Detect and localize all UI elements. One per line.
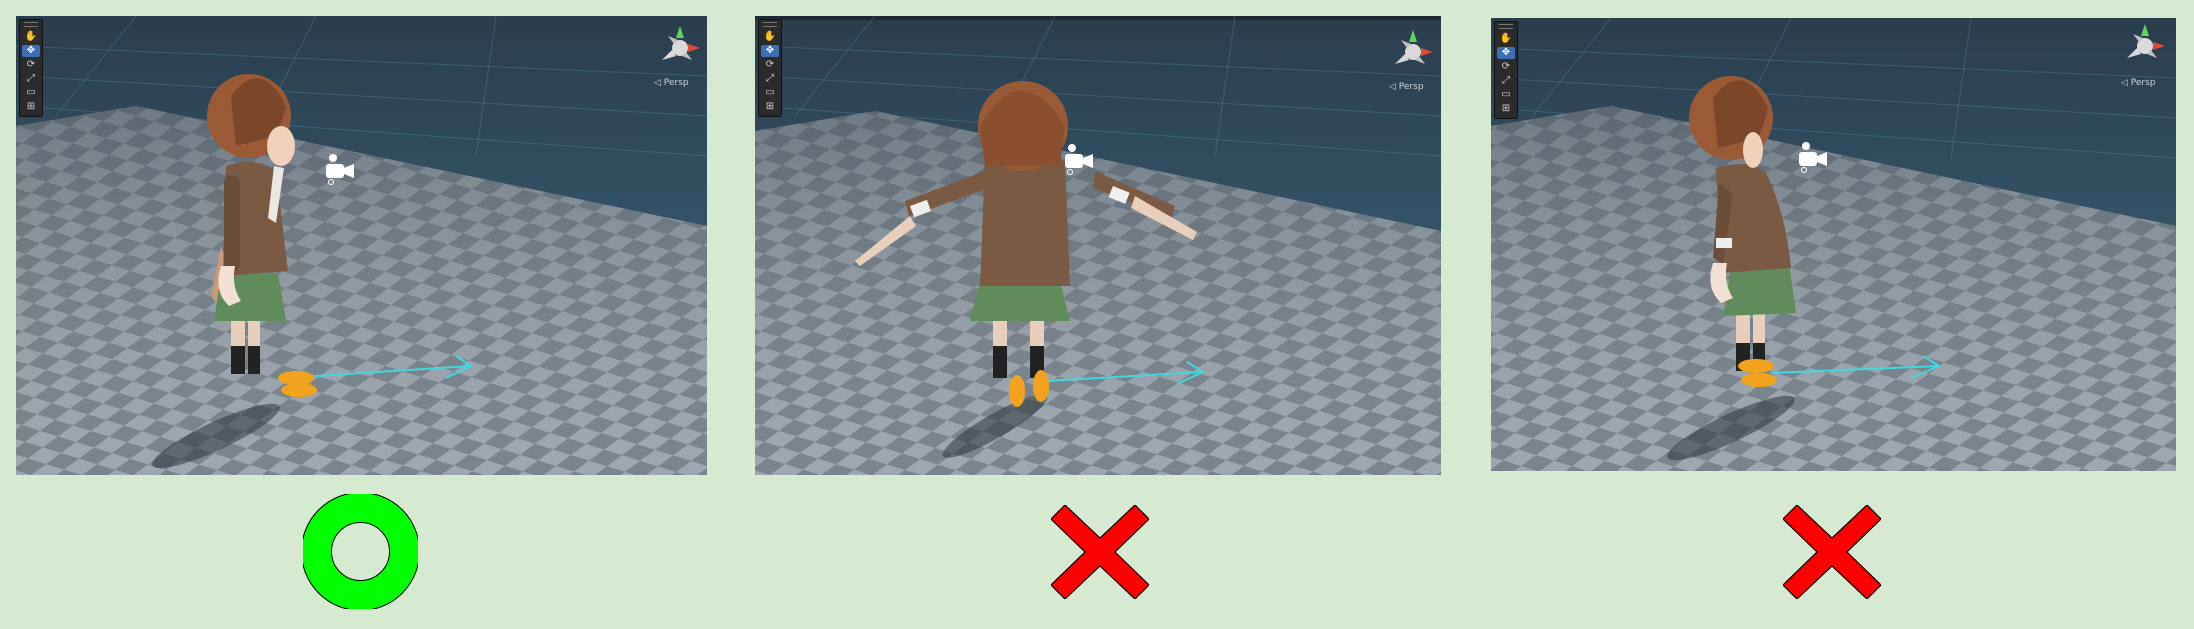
tool-palette: ✋ ✥ ⟳ ⤢ ▭ ⊞ (758, 19, 782, 117)
rect-tool-icon[interactable]: ▭ (761, 87, 779, 99)
scale-tool-icon[interactable]: ⤢ (1497, 75, 1515, 87)
rotate-tool-icon[interactable]: ⟳ (1497, 61, 1515, 73)
perspective-label[interactable]: ◁ Persp (2121, 78, 2156, 88)
scene-orientation-gizmo[interactable] (1391, 28, 1435, 72)
rect-tool-icon[interactable]: ▭ (1497, 89, 1515, 101)
scene-viewport (755, 16, 1441, 475)
scene-view-2[interactable]: ✋ ✥ ⟳ ⤢ ▭ ⊞ ◁ Persp (755, 16, 1441, 475)
move-tool-icon[interactable]: ✥ (22, 45, 40, 57)
transform-tool-icon[interactable]: ⊞ (1497, 103, 1515, 115)
hand-tool-icon[interactable]: ✋ (1497, 33, 1515, 45)
correct-circle-icon (303, 494, 418, 609)
scene-view-3[interactable]: ✋ ✥ ⟳ ⤢ ▭ ⊞ ◁ Persp (1491, 18, 2176, 471)
perspective-label[interactable]: ◁ Persp (1389, 82, 1424, 92)
hand-tool-icon[interactable]: ✋ (761, 31, 779, 43)
transform-tool-icon[interactable]: ⊞ (761, 101, 779, 113)
hand-tool-icon[interactable]: ✋ (22, 31, 40, 43)
scale-tool-icon[interactable]: ⤢ (22, 73, 40, 85)
perspective-label[interactable]: ◁ Persp (654, 78, 689, 88)
scene-viewport (1491, 18, 2176, 471)
toolbar-grip[interactable] (24, 22, 38, 27)
toolbar-grip[interactable] (763, 22, 777, 27)
transform-tool-icon[interactable]: ⊞ (22, 101, 40, 113)
rect-tool-icon[interactable]: ▭ (22, 87, 40, 99)
scene-viewport (16, 16, 707, 475)
rotate-tool-icon[interactable]: ⟳ (761, 59, 779, 71)
scene-orientation-gizmo[interactable] (658, 24, 702, 68)
tool-palette: ✋ ✥ ⟳ ⤢ ▭ ⊞ (1494, 21, 1518, 119)
scale-tool-icon[interactable]: ⤢ (761, 73, 779, 85)
scene-orientation-gizmo[interactable] (2123, 22, 2167, 66)
toolbar-grip[interactable] (1499, 24, 1513, 29)
move-tool-icon[interactable]: ✥ (761, 45, 779, 57)
incorrect-cross-icon (1783, 505, 1881, 599)
scene-view-1[interactable]: ✋ ✥ ⟳ ⤢ ▭ ⊞ ◁ Persp (16, 16, 707, 475)
move-tool-icon[interactable]: ✥ (1497, 47, 1515, 59)
tool-palette: ✋ ✥ ⟳ ⤢ ▭ ⊞ (19, 19, 43, 117)
incorrect-cross-icon (1051, 505, 1149, 599)
rotate-tool-icon[interactable]: ⟳ (22, 59, 40, 71)
